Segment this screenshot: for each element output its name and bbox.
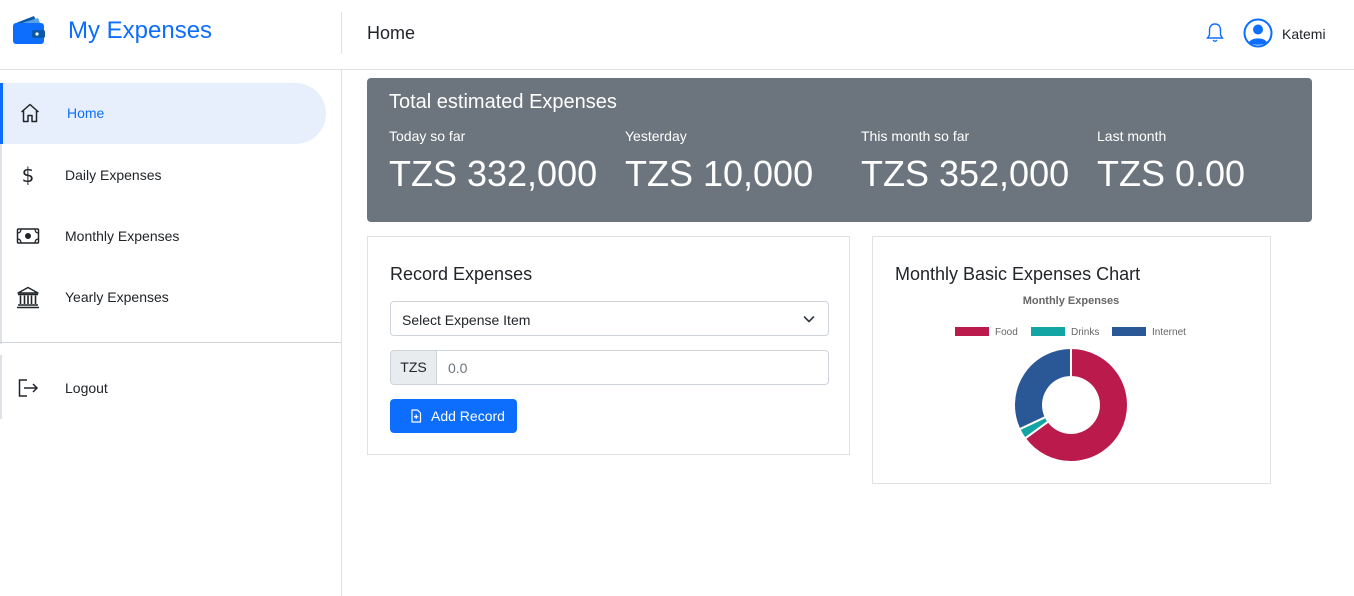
legend-swatch-food[interactable]: [955, 327, 989, 336]
chart-title: Monthly Expenses: [1023, 295, 1120, 307]
chart-card: Monthly Basic Expenses Chart Monthly Exp…: [872, 236, 1271, 484]
legend-swatch-drinks[interactable]: [1031, 327, 1065, 336]
chart-slices: [1013, 346, 1129, 463]
brand[interactable]: My Expenses: [0, 0, 342, 70]
sidebar-item-label: Daily Expenses: [65, 167, 162, 183]
top-header: My Expenses Home Katemi: [0, 0, 1354, 70]
file-plus-icon: [411, 409, 422, 423]
svg-text:$: $: [22, 163, 35, 187]
sidebar-item-monthly[interactable]: Monthly Expenses: [0, 206, 326, 267]
wallet-icon: [13, 16, 45, 44]
sidebar-item-label: Home: [67, 105, 105, 121]
sidebar: Home $ Daily Expenses Monthly Expenses Y…: [0, 70, 342, 596]
sidebar-divider: [0, 342, 341, 343]
legend-swatch-internet[interactable]: [1112, 327, 1146, 336]
app-name: My Expenses: [68, 17, 213, 44]
stat-this-month: This month so far TZS 352,000: [861, 128, 1069, 195]
slice-internet[interactable]: [1013, 346, 1072, 431]
stat-label: Last month: [1097, 128, 1167, 144]
stat-value: TZS 10,000: [625, 153, 814, 194]
stat-last-month: Last month TZS 0.00: [1097, 128, 1245, 195]
chart-legend: Food Drinks Internet: [955, 327, 1186, 338]
stat-yesterday: Yesterday TZS 10,000: [625, 128, 813, 195]
stat-label: This month so far: [861, 128, 970, 144]
expenses-summary: Total estimated Expenses Today so far TZ…: [367, 78, 1312, 222]
header-divider: [341, 12, 342, 54]
home-icon: [21, 103, 39, 123]
amount-input[interactable]: [436, 350, 829, 385]
doughnut-chart: Monthly Expenses Food Drinks Internet: [955, 295, 1186, 463]
legend-label-internet[interactable]: Internet: [1152, 327, 1186, 338]
cash-icon: [16, 228, 40, 244]
sidebar-item-yearly[interactable]: Yearly Expenses: [0, 267, 326, 328]
legend-label-drinks[interactable]: Drinks: [1071, 327, 1099, 338]
stat-value: TZS 332,000: [389, 153, 598, 194]
stat-value: TZS 352,000: [861, 153, 1070, 194]
user-name[interactable]: Katemi: [1282, 26, 1326, 42]
stat-label: Yesterday: [625, 128, 687, 144]
amount-input-group: TZS: [390, 350, 829, 385]
chevron-down-icon: [803, 316, 815, 323]
currency-prefix: TZS: [390, 350, 437, 385]
add-record-label: Add Record: [431, 408, 505, 424]
bell-icon[interactable]: [1205, 22, 1225, 44]
summary-title: Total estimated Expenses: [389, 91, 617, 113]
legend-label-food[interactable]: Food: [995, 327, 1018, 338]
stat-today: Today so far TZS 332,000: [389, 128, 597, 195]
avatar-icon[interactable]: [1243, 18, 1273, 48]
add-record-button[interactable]: Add Record: [390, 399, 517, 433]
dollar-icon: $: [22, 163, 35, 187]
sidebar-item-daily[interactable]: $ Daily Expenses: [0, 145, 326, 206]
select-value: Select Expense Item: [402, 312, 531, 328]
card-title: Record Expenses: [390, 264, 533, 284]
bank-icon: [17, 286, 39, 309]
sidebar-item-label: Monthly Expenses: [65, 228, 180, 244]
page-title: Home: [367, 23, 416, 43]
expense-item-select[interactable]: Select Expense Item: [390, 301, 829, 336]
sidebar-item-label: Logout: [65, 380, 108, 396]
sidebar-item-home[interactable]: Home: [0, 83, 326, 144]
sidebar-item-label: Yearly Expenses: [65, 289, 169, 305]
record-expenses-card: Record Expenses Select Expense Item TZS …: [367, 236, 850, 455]
logout-icon: [18, 379, 39, 397]
sidebar-item-logout[interactable]: Logout: [0, 358, 326, 419]
stat-label: Today so far: [389, 128, 466, 144]
stat-value: TZS 0.00: [1097, 153, 1246, 194]
